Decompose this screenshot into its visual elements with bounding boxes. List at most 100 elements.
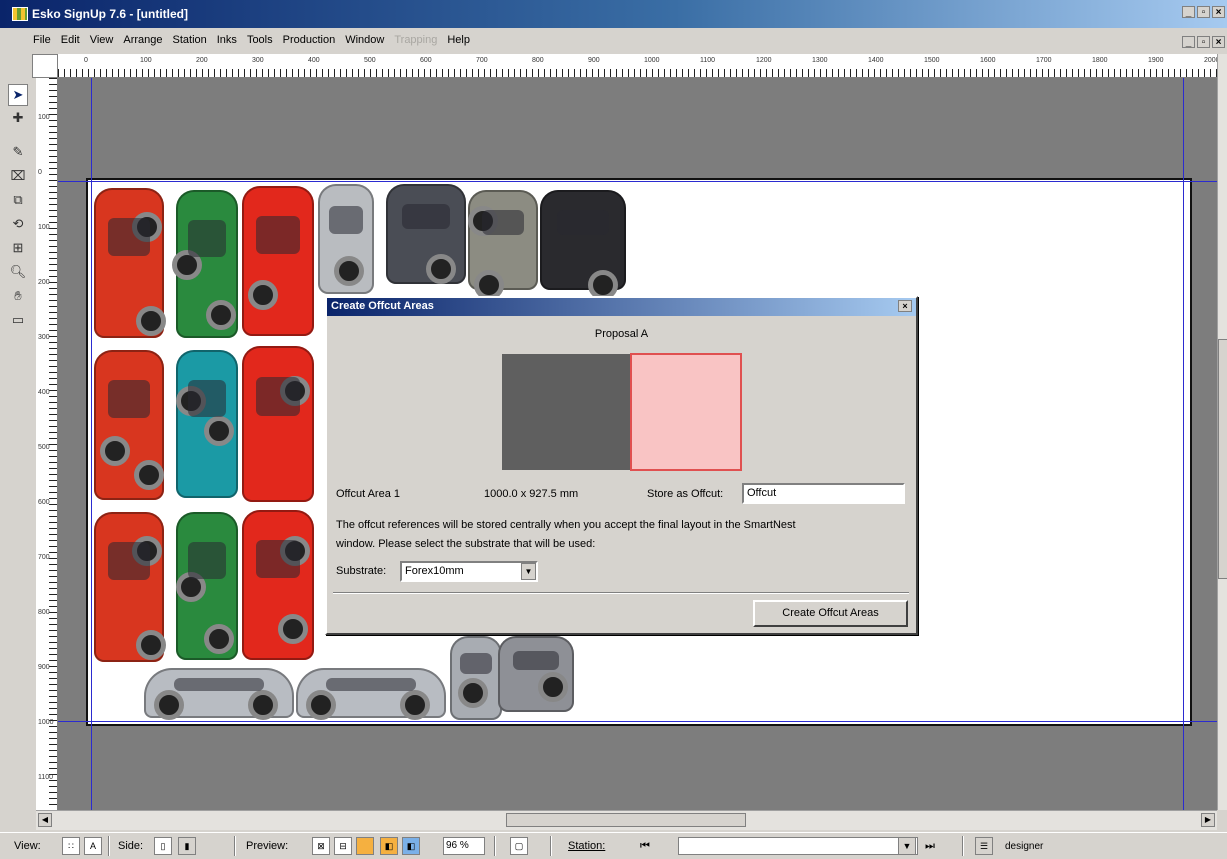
user-icon[interactable]: ☰ xyxy=(975,837,993,855)
car-graphic[interactable] xyxy=(498,636,574,712)
store-as-offcut-input[interactable]: Offcut xyxy=(742,483,905,504)
ruler-tick-label: 300 xyxy=(38,334,50,341)
dialog-close-button[interactable]: × xyxy=(898,300,912,312)
guide-line[interactable] xyxy=(91,78,92,810)
chevron-down-icon[interactable]: ▼ xyxy=(521,563,536,580)
pencil-icon[interactable]: ✎ xyxy=(8,142,28,164)
node-edit-icon[interactable]: ✚ xyxy=(8,108,28,130)
measure-icon[interactable]: ▭ xyxy=(8,310,28,332)
vertical-scrollbar[interactable] xyxy=(1217,54,1227,810)
station-field[interactable] xyxy=(678,837,918,855)
info-text: The offcut references will be stored cen… xyxy=(336,516,896,554)
crop-icon[interactable]: ⌧ xyxy=(8,166,28,188)
menu-file[interactable]: File xyxy=(28,34,56,46)
view-label: View: xyxy=(14,840,41,852)
horizontal-ruler[interactable]: 0 100 200 300 400 500 600 700 800 900 1000 1100 1200… xyxy=(58,54,1217,78)
ruler-tick-label: 900 xyxy=(38,664,50,671)
preview-mode-icon[interactable]: ⊠ xyxy=(312,837,330,855)
menu-window[interactable]: Window xyxy=(340,34,389,46)
side-front-icon[interactable]: ▯ xyxy=(154,837,172,855)
menu-production[interactable]: Production xyxy=(278,34,341,46)
ruler-tick-label: 1900 xyxy=(1148,57,1164,64)
ruler-tick-label: 0 xyxy=(84,57,88,64)
scroll-thumb[interactable] xyxy=(506,813,746,827)
car-graphic[interactable] xyxy=(172,190,238,338)
station-dropdown-icon[interactable]: ▼ xyxy=(898,837,916,855)
view-artwork-icon[interactable]: A xyxy=(84,837,102,855)
menu-edit[interactable]: Edit xyxy=(56,34,85,46)
car-graphic[interactable] xyxy=(94,188,166,338)
ruler-tick-label: 600 xyxy=(38,499,50,506)
car-graphic[interactable] xyxy=(144,668,294,720)
preview-color-icon[interactable] xyxy=(356,837,374,855)
zoom-icon[interactable]: 🔍︎ xyxy=(8,262,28,284)
layout-preview-used xyxy=(502,354,632,470)
scroll-thumb[interactable] xyxy=(1218,339,1227,579)
distort-icon[interactable]: ⊞ xyxy=(8,238,28,260)
guide-line[interactable] xyxy=(58,181,1217,182)
ruler-tick-label: 1700 xyxy=(1036,57,1052,64)
fit-page-icon[interactable]: ▢ xyxy=(510,837,528,855)
doc-restore-button[interactable]: ▫ xyxy=(1197,36,1210,48)
separator xyxy=(962,836,964,856)
side-back-icon[interactable]: ▮ xyxy=(178,837,196,855)
car-graphic[interactable] xyxy=(296,668,446,720)
menu-arrange[interactable]: Arrange xyxy=(118,34,167,46)
select-arrow-icon[interactable]: ➤ xyxy=(8,84,28,106)
minimize-button[interactable]: _ xyxy=(1182,6,1195,18)
scroll-right-button[interactable]: ▶ xyxy=(1201,813,1215,827)
preview-color-icon[interactable]: ◧ xyxy=(380,837,398,855)
ruler-tick-label: 700 xyxy=(38,554,50,561)
car-graphic[interactable] xyxy=(176,350,238,498)
menu-help[interactable]: Help xyxy=(442,34,475,46)
doc-close-button[interactable]: × xyxy=(1212,36,1225,48)
ruler-origin[interactable] xyxy=(32,54,58,78)
car-graphic[interactable] xyxy=(468,190,538,300)
car-graphic[interactable] xyxy=(94,512,166,662)
close-button[interactable]: × xyxy=(1212,6,1225,18)
dialog-title: Create Offcut Areas xyxy=(331,300,434,312)
restore-button[interactable]: ▫ xyxy=(1197,6,1210,18)
doc-minimize-button[interactable]: _ xyxy=(1182,36,1195,48)
guide-line[interactable] xyxy=(1183,78,1184,810)
car-graphic[interactable] xyxy=(318,184,374,294)
ruler-tick-label: 700 xyxy=(476,57,488,64)
ruler-tick-label: 0 xyxy=(38,169,42,176)
preview-color-icon[interactable]: ◧ xyxy=(402,837,420,855)
guide-line[interactable] xyxy=(58,721,1217,722)
car-graphic[interactable] xyxy=(386,184,466,284)
menu-view[interactable]: View xyxy=(85,34,119,46)
zoom-field[interactable]: 96 % xyxy=(443,837,485,855)
menu-tools[interactable]: Tools xyxy=(242,34,278,46)
create-offcut-areas-button[interactable]: Create Offcut Areas xyxy=(753,600,908,627)
menu-station[interactable]: Station xyxy=(168,34,212,46)
station-next-icon[interactable]: ⏭ xyxy=(925,840,935,853)
layout-preview-offcut[interactable] xyxy=(630,353,742,471)
view-grid-icon[interactable]: ∷ xyxy=(62,837,80,855)
car-graphic[interactable] xyxy=(94,350,164,500)
separator xyxy=(494,836,496,856)
toolbox: ➤ ✚ ✎ ⌧ ⧉ ⟲ ⊞ 🔍︎ ✋︎ ▭ xyxy=(4,82,32,382)
ruler-tick-label: 400 xyxy=(308,57,320,64)
ruler-tick-label: 1800 xyxy=(1092,57,1108,64)
transform-icon[interactable]: ⧉ xyxy=(8,190,28,212)
dialog-title-bar: Create Offcut Areas × xyxy=(327,298,916,316)
car-graphic[interactable] xyxy=(242,346,314,502)
car-graphic[interactable] xyxy=(540,190,626,300)
substrate-select[interactable]: Forex10mm ▼ xyxy=(400,561,538,582)
rotate-icon[interactable]: ⟲ xyxy=(8,214,28,236)
scroll-left-button[interactable]: ◀ xyxy=(38,813,52,827)
vertical-ruler[interactable]: 100 0 100 200 300 400 500 600 700 800 900 1000 1100 xyxy=(36,78,58,810)
car-graphic[interactable] xyxy=(176,512,238,660)
hand-icon[interactable]: ✋︎ xyxy=(8,286,28,308)
horizontal-scrollbar[interactable]: ◀ ▶ xyxy=(36,810,1217,830)
station-prev-icon[interactable]: ⏮ xyxy=(640,840,650,853)
menu-inks[interactable]: Inks xyxy=(212,34,242,46)
car-graphic[interactable] xyxy=(242,186,314,336)
user-name: designer xyxy=(1005,841,1044,852)
car-graphic[interactable] xyxy=(242,510,314,660)
car-graphic[interactable] xyxy=(450,636,502,720)
preview-mode-icon[interactable]: ⊟ xyxy=(334,837,352,855)
ruler-tick-label: 600 xyxy=(420,57,432,64)
info-line: window. Please select the substrate that… xyxy=(336,538,596,550)
